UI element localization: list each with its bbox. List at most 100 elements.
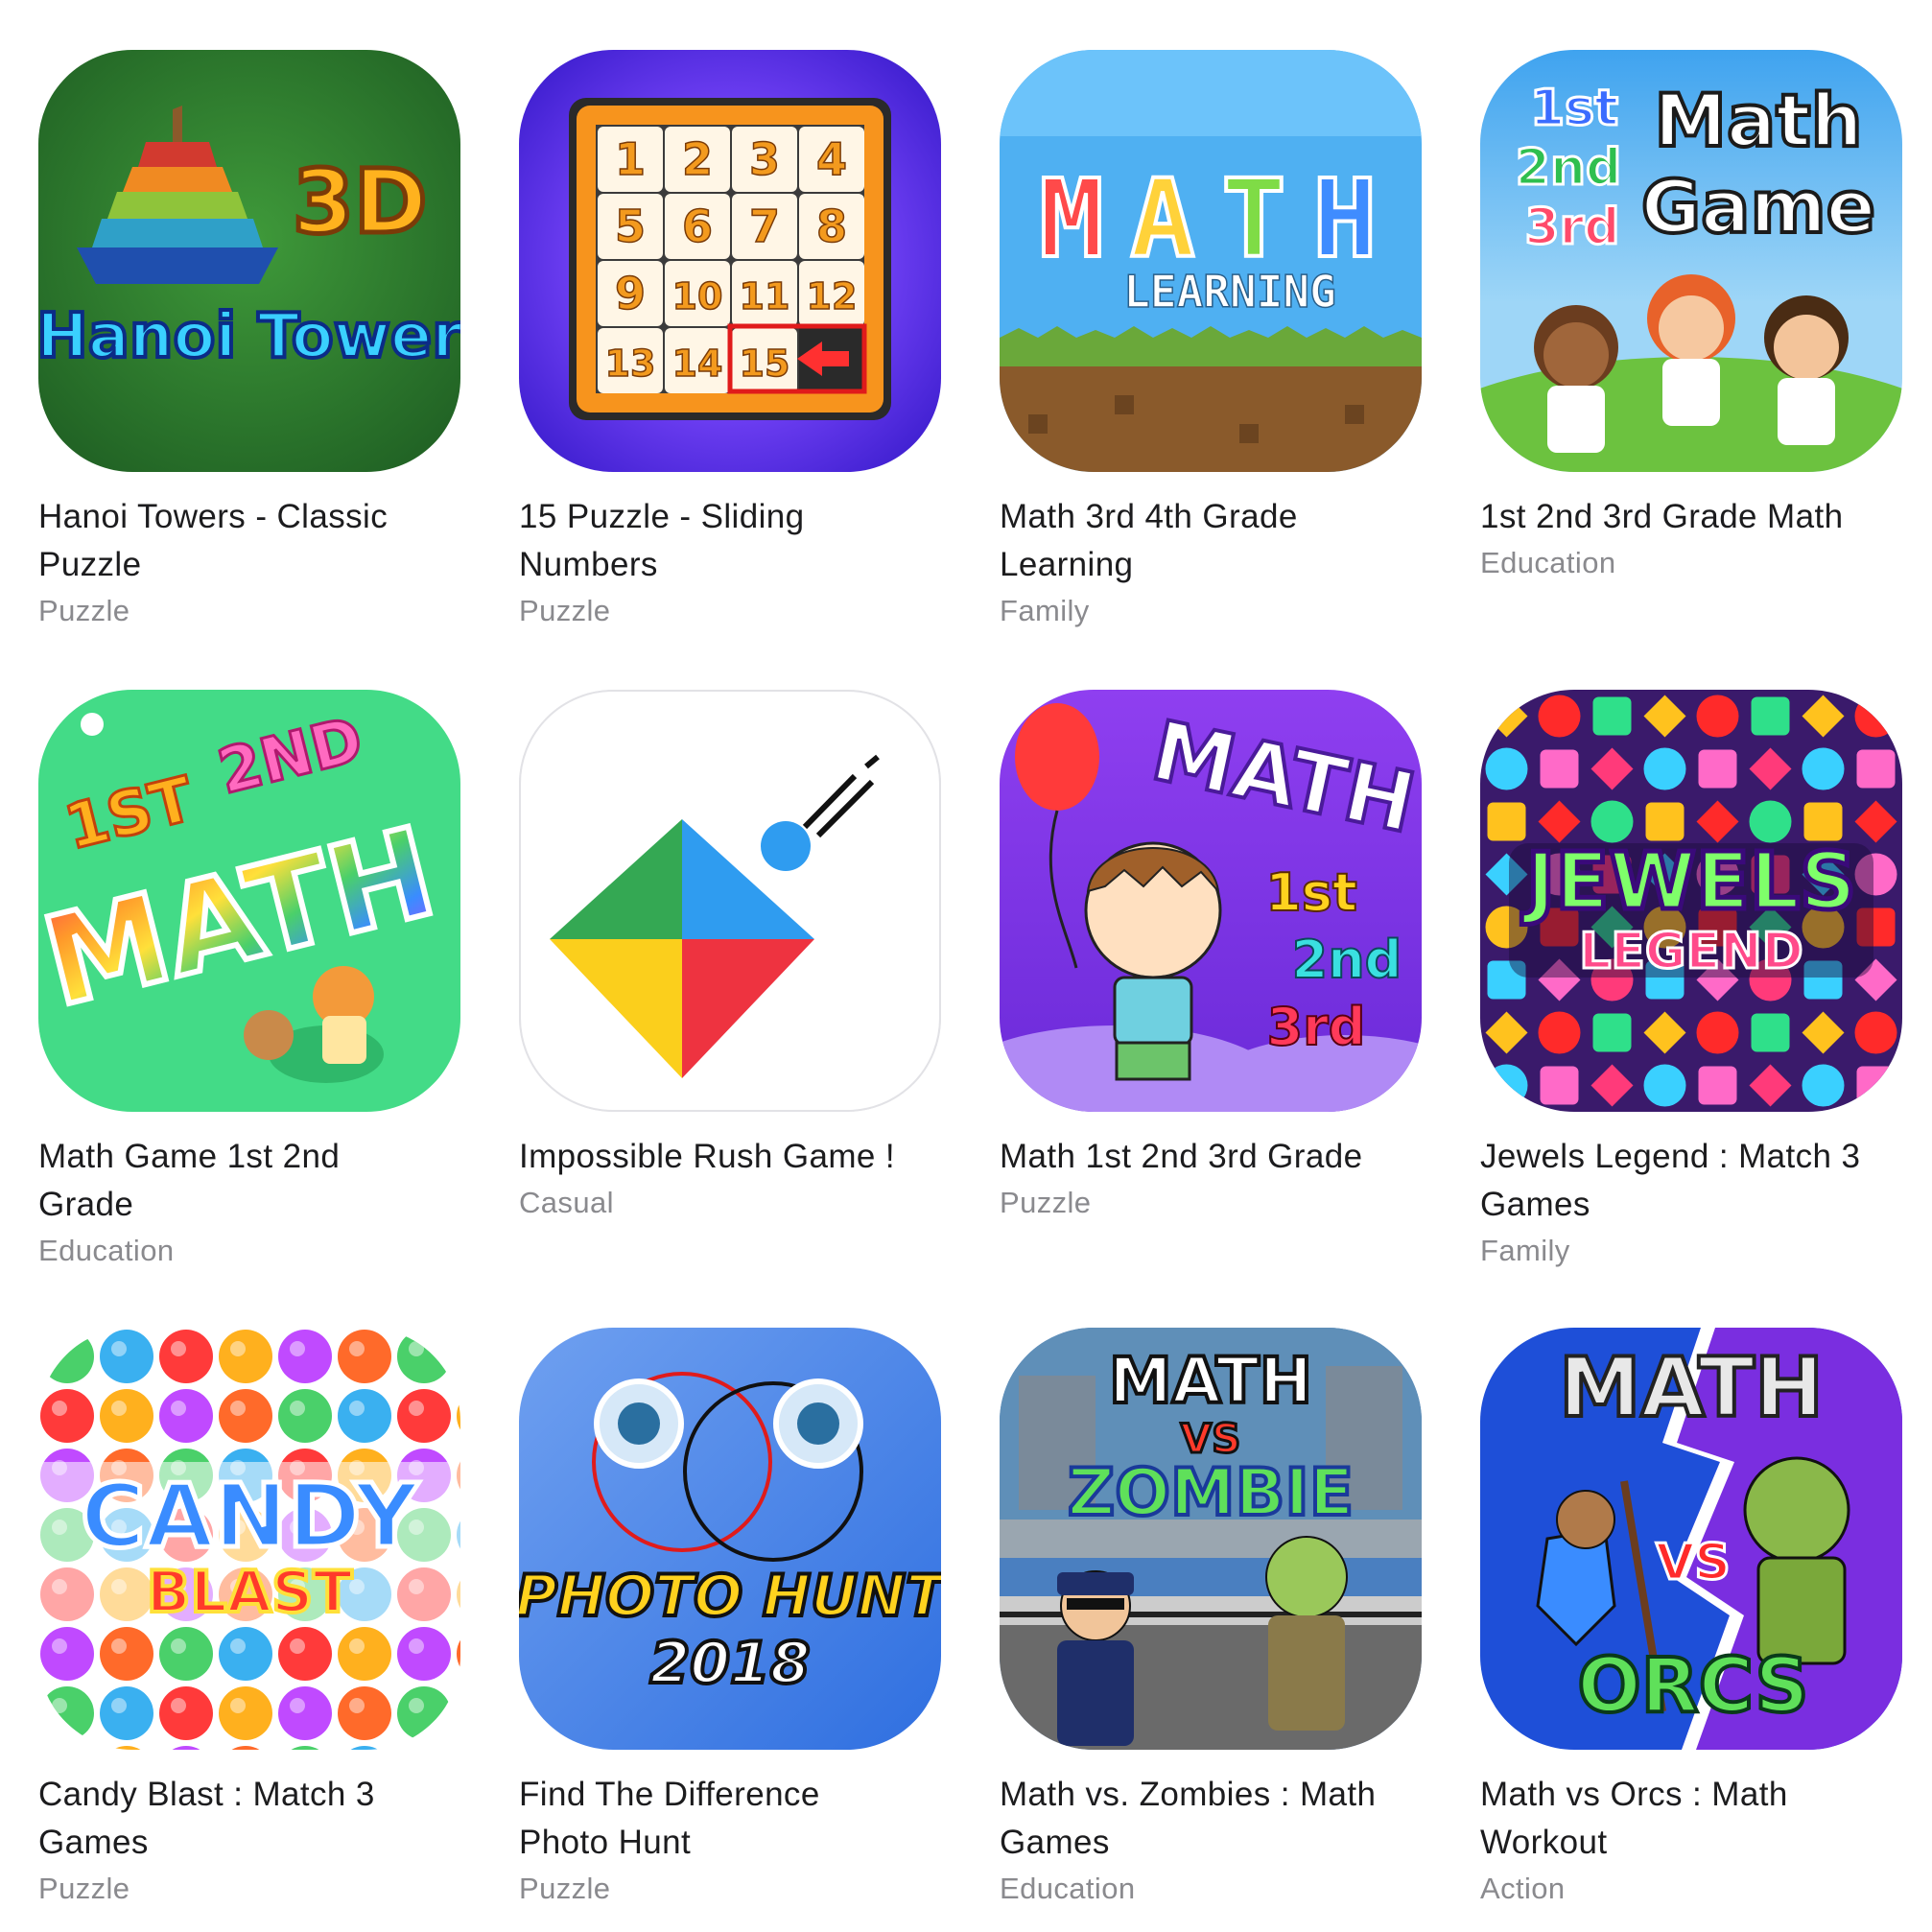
candy-blast-icon[interactable]: CANDY BLAST — [38, 1328, 460, 1750]
candy-highlight — [171, 1401, 186, 1416]
app-title[interactable]: Math Game 1st 2nd — [38, 1133, 460, 1181]
app-title-line2[interactable]: Grade — [38, 1181, 460, 1229]
app-title-line2[interactable]: Learning — [1000, 541, 1422, 589]
candy-highlight — [171, 1341, 186, 1356]
app-title[interactable]: Candy Blast : Match 3 — [38, 1771, 460, 1819]
jewel — [1592, 696, 1632, 736]
candy — [457, 1342, 460, 1371]
app-category: Action — [1480, 1872, 1566, 1905]
candy — [219, 1627, 272, 1681]
math-learning-pixel-icon[interactable]: M A T H LEARNING — [1000, 50, 1422, 472]
math-game-kids-icon[interactable]: 1st 2nd 3rd Math Game — [1480, 50, 1902, 472]
candy — [100, 1389, 153, 1443]
app-meta: 15 Puzzle - Sliding Numbers Puzzle — [519, 493, 941, 633]
candy — [397, 1330, 451, 1383]
candy-highlight — [111, 1341, 127, 1356]
candy — [338, 1389, 391, 1443]
photo-hunt-icon[interactable]: PHOTO HUNT 2018 — [519, 1328, 941, 1750]
puzzle-tile-number: 13 — [605, 342, 656, 385]
icon-label-math: Math — [1654, 78, 1862, 163]
app-title[interactable]: Math vs Orcs : Math — [1480, 1771, 1902, 1819]
puzzle-tile-number: 11 — [740, 275, 790, 318]
app-title[interactable]: Jewels Legend : Match 3 — [1480, 1133, 1902, 1181]
candy-highlight — [290, 1401, 305, 1416]
app-title[interactable]: Hanoi Towers - Classic — [38, 493, 460, 541]
icon-label-blast: BLAST — [147, 1559, 353, 1626]
jewel — [1802, 747, 1845, 790]
icon-label-photo-hunt: PHOTO HUNT — [519, 1563, 941, 1630]
candy — [53, 1746, 82, 1750]
candy-highlight — [409, 1401, 424, 1416]
app-title[interactable]: 1st 2nd 3rd Grade Math — [1480, 493, 1902, 541]
puzzle-tile-number: 10 — [672, 275, 723, 318]
app-title[interactable]: Math 3rd 4th Grade — [1000, 493, 1422, 541]
candy-highlight — [349, 1698, 365, 1713]
icon-letter-h: H — [1312, 157, 1377, 282]
candy — [40, 1389, 94, 1443]
app-title-line2[interactable]: Numbers — [519, 541, 941, 589]
app-category: Education — [38, 1234, 175, 1267]
hanoi-tower-3d-icon[interactable]: 3D Hanoi Tower — [38, 50, 460, 472]
candy-highlight — [409, 1638, 424, 1654]
candy — [100, 1627, 153, 1681]
jewel — [1643, 1064, 1686, 1107]
app-meta: Find The Difference Photo Hunt Puzzle — [519, 1771, 941, 1911]
candy-highlight — [230, 1698, 246, 1713]
puzzle-tile-number: 7 — [749, 200, 780, 252]
app-title-line2[interactable]: Photo Hunt — [519, 1819, 941, 1867]
candy-highlight — [409, 1341, 424, 1356]
app-title[interactable]: Math 1st 2nd 3rd Grade — [1000, 1133, 1422, 1181]
math-boy-balloon-icon[interactable]: MATH 1st 2nd 3rd — [1000, 690, 1422, 1112]
icon-label-legend: LEGEND — [1579, 923, 1803, 980]
candy-highlight — [290, 1638, 305, 1654]
app-title-line2[interactable]: Puzzle — [38, 541, 460, 589]
candy — [457, 1699, 460, 1728]
jewel — [1696, 695, 1739, 738]
candy — [219, 1330, 272, 1383]
puzzle-tile-number: 4 — [816, 133, 847, 185]
candy — [457, 1746, 460, 1750]
app-meta: 1st 2nd 3rd Grade Math Education — [1480, 493, 1902, 585]
app-category: Puzzle — [38, 1872, 130, 1905]
app-category: Education — [1000, 1872, 1136, 1905]
candy-highlight — [52, 1698, 67, 1713]
app-title[interactable]: Find The Difference — [519, 1771, 941, 1819]
jewel — [1698, 749, 1737, 789]
app-title-line2[interactable]: Workout — [1480, 1819, 1902, 1867]
app-category: Education — [1480, 546, 1616, 579]
sliding-15-puzzle-icon[interactable]: 1 2 3 4 5 6 7 8 9 10 11 12 13 14 15 — [519, 50, 941, 472]
candy — [40, 1330, 94, 1383]
jewel — [1485, 1064, 1528, 1107]
candy — [278, 1627, 332, 1681]
jewel — [1751, 1013, 1790, 1052]
app-meta: Jewels Legend : Match 3 Games Family — [1480, 1133, 1902, 1273]
puzzle-tile-number: 12 — [807, 275, 858, 318]
candy-highlight — [111, 1698, 127, 1713]
app-meta: Math 1st 2nd 3rd Grade Puzzle — [1000, 1133, 1422, 1225]
icon-label-candy: CANDY — [81, 1465, 419, 1567]
rainbow-math-icon[interactable]: 1ST 2ND MATH — [38, 690, 460, 1112]
app-meta: Candy Blast : Match 3 Games Puzzle — [38, 1771, 460, 1911]
jewel — [1643, 747, 1686, 790]
app-title-line2[interactable]: Games — [1000, 1819, 1422, 1867]
icon-label-3d: 3D — [293, 151, 427, 253]
icon-label-math: MATH — [1109, 1344, 1312, 1418]
candy — [397, 1686, 451, 1740]
jewel — [1540, 749, 1579, 789]
jewel — [1592, 1013, 1632, 1052]
jewels-legend-icon[interactable]: JEWELS LEGEND — [1480, 690, 1902, 1112]
app-grid: 3D Hanoi Tower Hanoi Towers - Classic Pu… — [0, 0, 1932, 1932]
app-title[interactable]: Impossible Rush Game ! — [519, 1133, 941, 1181]
icon-label-math: MATH — [1559, 1340, 1824, 1436]
app-title-line2[interactable]: Games — [38, 1819, 460, 1867]
candy-highlight — [349, 1638, 365, 1654]
math-vs-zombie-icon[interactable]: MATH VS ZOMBIE — [1000, 1328, 1422, 1750]
app-title[interactable]: Math vs. Zombies : Math — [1000, 1771, 1422, 1819]
candy — [40, 1627, 94, 1681]
candy — [159, 1627, 213, 1681]
app-title-line2[interactable]: Games — [1480, 1181, 1902, 1229]
math-vs-orcs-icon[interactable]: MATH VS ORCS — [1480, 1328, 1902, 1750]
app-meta: Math 3rd 4th Grade Learning Family — [1000, 493, 1422, 633]
impossible-rush-diamond-icon[interactable] — [519, 690, 941, 1112]
app-title[interactable]: 15 Puzzle - Sliding — [519, 493, 941, 541]
